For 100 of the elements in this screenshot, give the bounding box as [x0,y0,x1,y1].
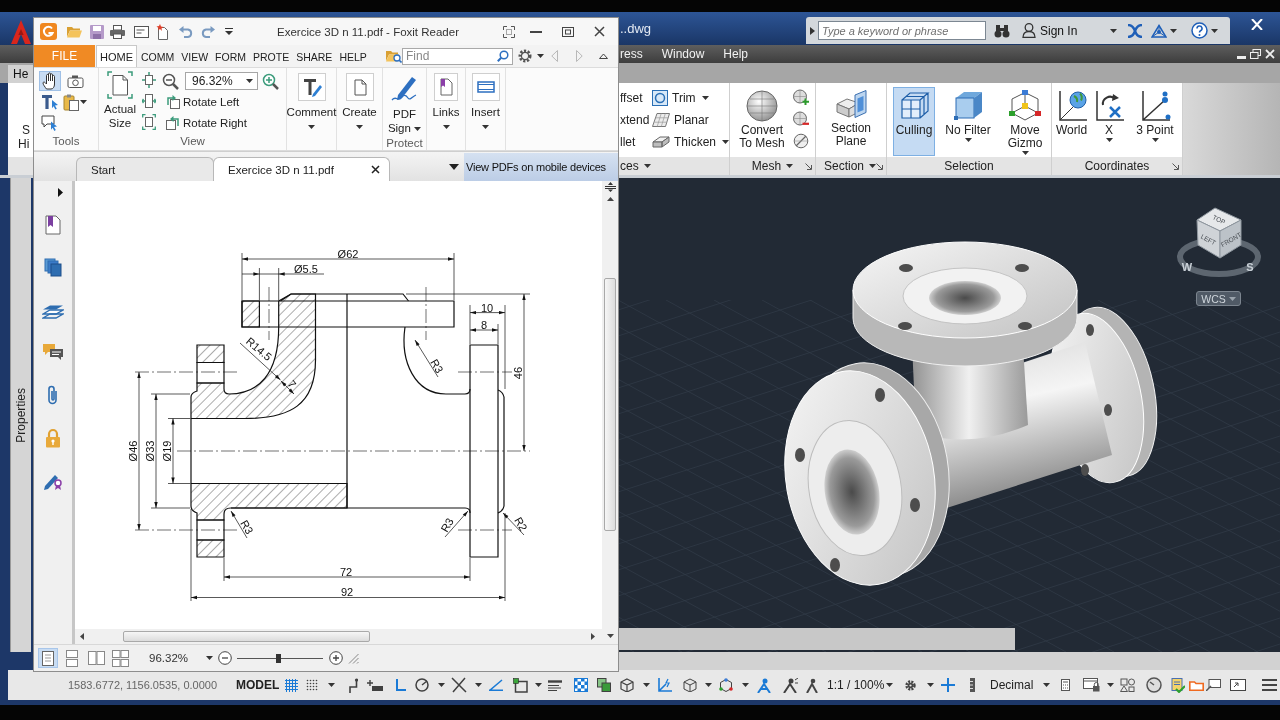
caret-icon[interactable] [438,683,445,687]
ribbon-label[interactable]: S [22,123,30,137]
fit-visible-icon[interactable] [142,114,156,130]
snap-square-icon[interactable] [513,677,528,693]
minimize-icon[interactable] [530,30,542,33]
ucs-menu-button[interactable]: WCS [1196,291,1241,306]
shapes-icon[interactable] [1120,678,1135,692]
sign-in-link[interactable]: Sign In [1040,23,1078,38]
gizmo-icon[interactable] [719,678,733,692]
view-mode-button[interactable] [110,648,130,668]
caret-icon[interactable] [1043,683,1050,687]
tool-button[interactable] [39,71,61,91]
document-check-icon[interactable] [1170,677,1185,693]
printer-icon[interactable] [110,24,125,39]
fullscreen-icon[interactable] [1230,679,1246,691]
help-icon[interactable] [1191,22,1209,39]
caret-icon[interactable] [886,683,893,687]
right-angle-icon[interactable] [396,679,406,691]
document-tab[interactable]: Start [76,157,214,181]
maximize-icon[interactable] [562,26,574,37]
cube-outline-icon[interactable] [620,678,634,692]
ribbon-tab[interactable]: COMM [138,45,178,67]
ribbon-label[interactable]: Hi [18,137,30,151]
panel-title-bar[interactable]: Coordinates [1052,157,1182,175]
launcher-icon[interactable] [805,162,812,170]
ribbon-button[interactable]: Planar [652,109,709,131]
figure-icon[interactable] [806,677,818,693]
caret-icon[interactable] [1107,683,1114,687]
zoom-level[interactable]: 96.32% [149,652,187,664]
caret-icon[interactable] [643,164,651,168]
grid-icon[interactable] [503,25,515,38]
caret-icon[interactable] [328,683,335,687]
sphere-plus-icon[interactable] [793,89,809,105]
ribbon-button[interactable]: Rotate Left [166,95,240,109]
caret-icon[interactable] [356,124,363,129]
close-icon[interactable] [371,165,380,174]
angle-line-icon[interactable] [489,679,503,691]
window-icon[interactable] [134,25,149,38]
panel-title-bar[interactable]: Mesh [730,157,815,175]
zoom-out-icon[interactable] [162,72,179,90]
pin-corner-icon[interactable] [349,677,358,693]
caret-icon[interactable] [308,124,315,129]
x-mark-icon[interactable] [1127,23,1144,38]
expand-icon[interactable] [58,188,63,197]
document-tab[interactable]: Exercice 3D n 11.pdf [213,157,390,181]
lineweight-icon[interactable] [548,679,562,691]
caret-icon[interactable] [1110,28,1118,33]
ribbon-tab[interactable]: FORM [212,45,249,67]
panel-title-bar[interactable]: ces [618,157,729,175]
ribbon-tab[interactable]: PROTE [250,45,293,67]
ribbon-button[interactable]: Rotate Right [166,116,247,130]
caret-icon[interactable] [206,656,213,660]
layers-icon[interactable] [42,303,64,319]
minus-circle-icon[interactable] [218,651,232,665]
restore-icon[interactable] [1250,49,1261,59]
triangle-network-icon[interactable] [1151,23,1168,38]
window-lock-icon[interactable] [1083,678,1100,692]
caret-icon[interactable] [475,683,482,687]
menu-item[interactable]: Window [661,47,705,61]
caret-icon[interactable] [535,683,542,687]
folder-outline-icon[interactable] [1189,679,1204,691]
caret-icon[interactable] [1021,151,1029,155]
speech-bubbles-icon[interactable] [42,343,64,361]
ribbon-button[interactable]: World [1054,87,1089,156]
caret-icon[interactable] [1170,28,1178,33]
caret-icon[interactable] [927,683,934,687]
search-icon[interactable] [497,49,509,62]
caret-icon[interactable] [705,683,712,687]
close-icon[interactable] [594,26,605,37]
ribbon-tab[interactable]: SHARE [293,45,336,67]
caret-icon[interactable] [537,54,544,58]
ribbon-tab[interactable]: HOME [96,45,137,67]
zoom-combo[interactable]: 96.32% [185,72,258,90]
ribbon-button[interactable]: 3 Point [1131,87,1179,156]
caret-icon[interactable] [1151,138,1159,142]
compass-label[interactable]: S [1246,261,1254,273]
ribbon-button[interactable]: X [1092,87,1126,156]
settings-icon[interactable] [518,49,532,63]
ribbon-button[interactable]: Insert [467,73,504,133]
ribbon-button[interactable]: Trim [652,87,709,109]
units-menu[interactable]: Decimal [990,678,1036,692]
view-mode-button[interactable] [86,648,106,668]
viewcube[interactable] [1196,207,1242,259]
caret-icon[interactable] [1105,138,1113,142]
space-label[interactable]: MODEL [236,678,278,692]
figure-spark-icon[interactable] [783,677,798,693]
ribbon-button[interactable]: Section Plane [826,87,876,156]
grid-icon[interactable] [285,678,298,692]
calculator-icon[interactable] [1061,679,1070,691]
collapse-icon[interactable] [599,53,608,59]
fit-page-icon[interactable] [142,72,156,88]
ribbon-button[interactable]: Links [430,73,462,133]
scrollbar-thumb[interactable] [604,278,616,531]
ribbon-tab[interactable]: HELP [336,45,370,67]
caret-icon[interactable] [742,683,749,687]
caret-icon[interactable] [1211,28,1219,33]
paperclip-icon[interactable] [46,385,60,405]
caret-icon[interactable] [414,126,422,131]
axes-bolt-icon[interactable] [657,677,672,693]
menu-item[interactable]: Help [723,47,749,61]
